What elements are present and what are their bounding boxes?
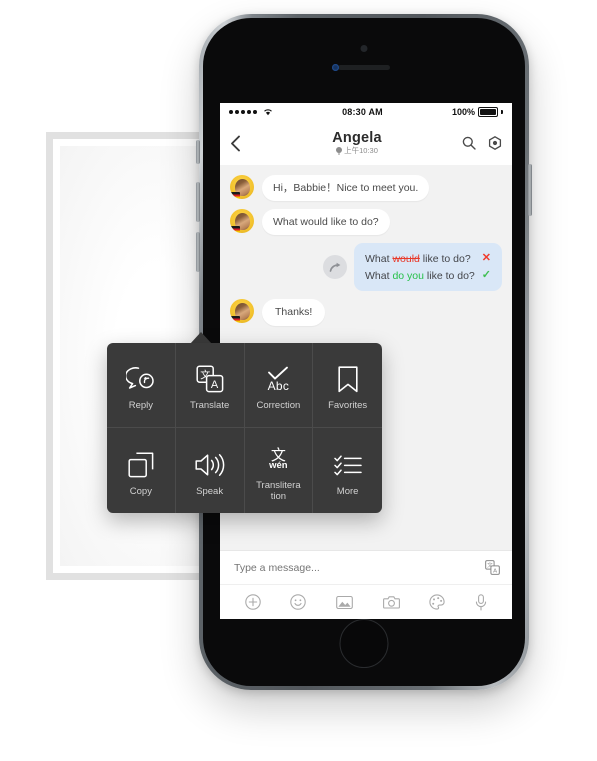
- message-action-menu[interactable]: Reply 文 A Translate Abc Correction Favor…: [107, 343, 382, 513]
- chevron-left-icon: [231, 135, 240, 151]
- status-battery: 100%: [452, 107, 503, 117]
- svg-text:A: A: [493, 568, 497, 574]
- wifi-icon: [264, 109, 272, 116]
- status-time: 08:30 AM: [342, 107, 383, 117]
- speaker-icon: [195, 448, 225, 482]
- camera-icon[interactable]: [382, 595, 400, 610]
- flag-badge-icon: [230, 192, 240, 199]
- wrong-prefix: What: [365, 252, 393, 265]
- message-bubble[interactable]: Thanks!: [262, 299, 326, 326]
- wrong-word: would: [392, 252, 420, 265]
- palette-icon[interactable]: [429, 594, 446, 610]
- chat-title-block: Angela 上午10:30: [252, 129, 462, 156]
- reject-mark-icon: ✕: [481, 252, 491, 265]
- fix-suffix: like to do?: [423, 269, 475, 282]
- action-label: Favorites: [328, 400, 368, 412]
- message-bubble[interactable]: What would like to do?: [262, 209, 390, 236]
- image-icon[interactable]: [336, 595, 353, 610]
- message-composer: 文 A: [220, 550, 512, 619]
- pinyin-glyph: wén: [269, 459, 288, 471]
- power-button[interactable]: [528, 164, 532, 216]
- location-pin-icon: [336, 147, 343, 156]
- fix-prefix: What: [365, 269, 393, 282]
- contact-name: Angela: [332, 129, 382, 146]
- accept-mark-icon: ✓: [481, 269, 491, 282]
- action-menu-row: Reply 文 A Translate Abc Correction Favor…: [107, 343, 382, 428]
- contact-status-label: 上午10:30: [344, 146, 378, 156]
- earpiece-speaker: [338, 65, 390, 70]
- volume-down-button[interactable]: [196, 232, 200, 272]
- avatar[interactable]: [230, 175, 254, 199]
- bookmark-icon: [337, 362, 359, 396]
- correction-bubble[interactable]: What would like to do? ✕ What do you lik…: [354, 243, 502, 292]
- smiley-icon[interactable]: [290, 594, 307, 610]
- reply-bubble-icon: [125, 362, 156, 396]
- proximity-sensor-icon: [331, 64, 339, 71]
- action-menu-row: Copy Speak 文 wén Translitera tion More: [107, 428, 382, 513]
- checklist-icon: [333, 448, 362, 482]
- fix-word: do you: [392, 269, 424, 282]
- action-label: Speak: [196, 485, 224, 497]
- action-label: Translate: [190, 400, 230, 412]
- action-label: Translitera tion: [256, 480, 301, 502]
- target-icon[interactable]: [488, 136, 502, 150]
- header-actions: [462, 136, 502, 150]
- message-bubble[interactable]: Hi，Babbie！Nice to meet you.: [262, 175, 430, 202]
- svg-text:A: A: [211, 379, 219, 391]
- action-transliteration[interactable]: 文 wén Translitera tion: [245, 428, 314, 513]
- input-field-row: 文 A: [220, 551, 512, 585]
- microphone-icon[interactable]: [475, 593, 487, 611]
- battery-percent-label: 100%: [451, 107, 475, 117]
- translate-icon[interactable]: 文 A: [485, 560, 500, 575]
- flag-badge-icon: [230, 226, 240, 234]
- action-label: Correction: [256, 400, 301, 412]
- volume-up-button[interactable]: [196, 182, 200, 222]
- abc-glyph: Abc: [267, 378, 290, 393]
- front-camera-icon: [360, 45, 368, 52]
- transliteration-icon: 文 wén: [269, 442, 287, 476]
- message-row: Hi，Babbie！Nice to meet you.: [230, 175, 502, 202]
- action-label: Reply: [128, 400, 154, 412]
- message-row: What would like to do?: [230, 209, 502, 236]
- action-label: More: [336, 485, 359, 497]
- composer-toolbar: [220, 585, 512, 619]
- search-icon[interactable]: [462, 136, 476, 150]
- translate-icon: 文 A: [196, 362, 224, 396]
- message-row: Thanks!: [230, 299, 502, 326]
- mute-switch[interactable]: [196, 140, 200, 164]
- status-bar: 08:30 AM 100%: [220, 103, 512, 121]
- battery-nub: [501, 110, 503, 114]
- correction-abc-icon: Abc: [265, 362, 291, 396]
- action-label: Copy: [129, 485, 152, 497]
- action-more[interactable]: More: [313, 428, 382, 513]
- correction-fixed-line: What do you like to do? ✓: [365, 267, 491, 284]
- copy-icon: [128, 448, 154, 482]
- action-speak[interactable]: Speak: [176, 428, 245, 513]
- message-input[interactable]: [232, 560, 485, 575]
- wrong-suffix: like to do?: [419, 252, 471, 265]
- avatar[interactable]: [230, 209, 254, 234]
- action-favorites[interactable]: Favorites: [313, 343, 382, 428]
- signal-strength-icon: [229, 108, 273, 116]
- back-button[interactable]: [230, 135, 252, 152]
- action-reply[interactable]: Reply: [107, 343, 176, 428]
- battery-icon: [478, 107, 498, 117]
- scene: 08:30 AM 100% Angela 上午10:30 Hi，Babbie！N…: [0, 0, 597, 761]
- plus-icon[interactable]: [245, 594, 261, 610]
- avatar[interactable]: [230, 299, 254, 324]
- home-button[interactable]: [339, 619, 389, 668]
- action-translate[interactable]: 文 A Translate: [175, 343, 245, 428]
- action-copy[interactable]: Copy: [107, 428, 176, 513]
- flag-badge-icon: [230, 316, 240, 324]
- correction-wrong-line: What would like to do? ✕: [365, 250, 491, 267]
- contact-status: 上午10:30: [252, 146, 462, 156]
- action-correction[interactable]: Abc Correction: [244, 343, 314, 428]
- correction-message-row: What would like to do? ✕ What do you lik…: [230, 243, 502, 292]
- forward-arrow-icon[interactable]: [323, 255, 348, 280]
- chat-header: Angela 上午10:30: [220, 121, 512, 166]
